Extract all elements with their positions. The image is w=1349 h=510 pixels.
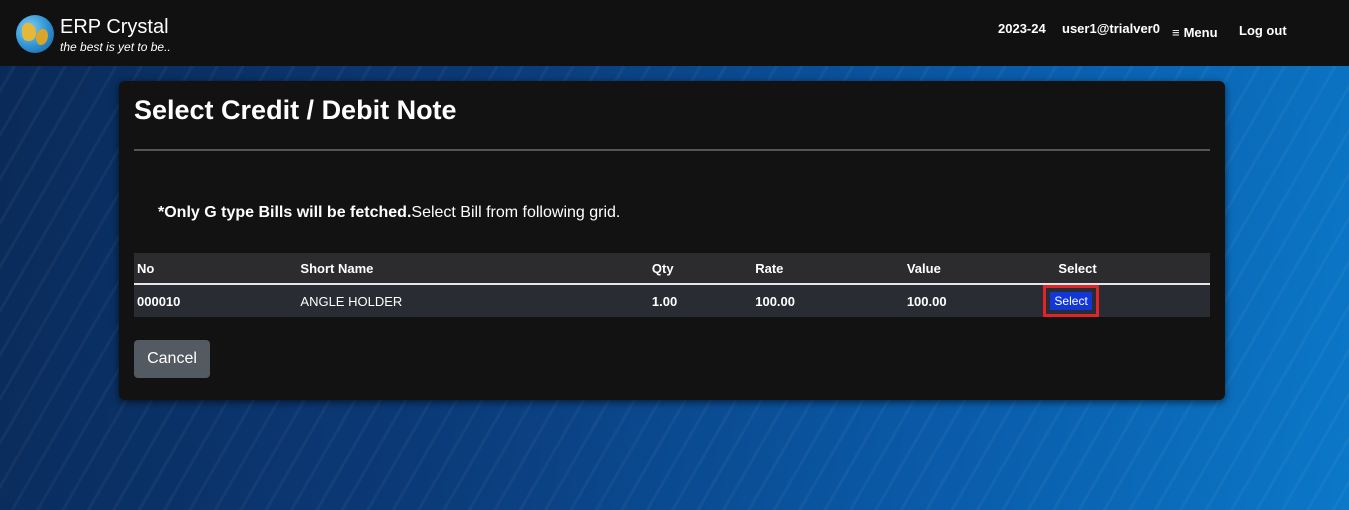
user-name[interactable]: user1@trialver0 [1062, 21, 1160, 36]
notice-rest: Select Bill from following grid. [411, 204, 621, 221]
logo-land-shape [36, 29, 48, 45]
header-no: No [134, 253, 298, 285]
bills-grid: No Short Name Qty Rate Value Select 0000… [134, 253, 1210, 317]
header-value: Value [903, 253, 1056, 285]
cancel-button[interactable]: Cancel [134, 340, 210, 378]
top-navbar: ERP Crystal the best is yet to be.. 2023… [0, 0, 1349, 66]
table-row: 000010 ANGLE HOLDER 1.00 100.00 100.00 S… [134, 284, 1210, 317]
select-highlight: Select [1043, 285, 1099, 317]
brand-tagline: the best is yet to be.. [60, 40, 171, 54]
financial-year[interactable]: 2023-24 [998, 21, 1046, 36]
header-rate: Rate [752, 253, 904, 285]
notice-bold: *Only G type Bills will be fetched. [158, 204, 412, 221]
globe-logo-icon[interactable] [16, 15, 54, 53]
header-short-name: Short Name [297, 253, 649, 285]
header-select: Select [1055, 253, 1210, 285]
logout-link[interactable]: Log out [1239, 23, 1287, 38]
grid-header-row: No Short Name Qty Rate Value Select [134, 253, 1210, 285]
logo-land-shape [22, 23, 36, 41]
brand-title[interactable]: ERP Crystal [60, 16, 169, 38]
select-button[interactable]: Select [1050, 292, 1092, 310]
hamburger-icon: ≡ [1172, 25, 1180, 40]
page-title: Select Credit / Debit Note [134, 95, 457, 125]
cell-value: 100.00 [903, 284, 1056, 317]
cell-select: Select [1043, 284, 1210, 317]
menu-button[interactable]: ≡ Menu [1172, 25, 1218, 40]
cell-qty: 1.00 [648, 284, 753, 317]
cell-rate: 100.00 [752, 284, 904, 317]
notice-text: *Only G type Bills will be fetched.Selec… [158, 204, 620, 222]
select-note-panel: Select Credit / Debit Note *Only G type … [119, 81, 1225, 400]
divider [134, 149, 1210, 151]
menu-label: Menu [1183, 25, 1218, 40]
cell-short-name: ANGLE HOLDER [297, 284, 649, 317]
cell-no: 000010 [134, 284, 298, 317]
header-qty: Qty [648, 253, 753, 285]
